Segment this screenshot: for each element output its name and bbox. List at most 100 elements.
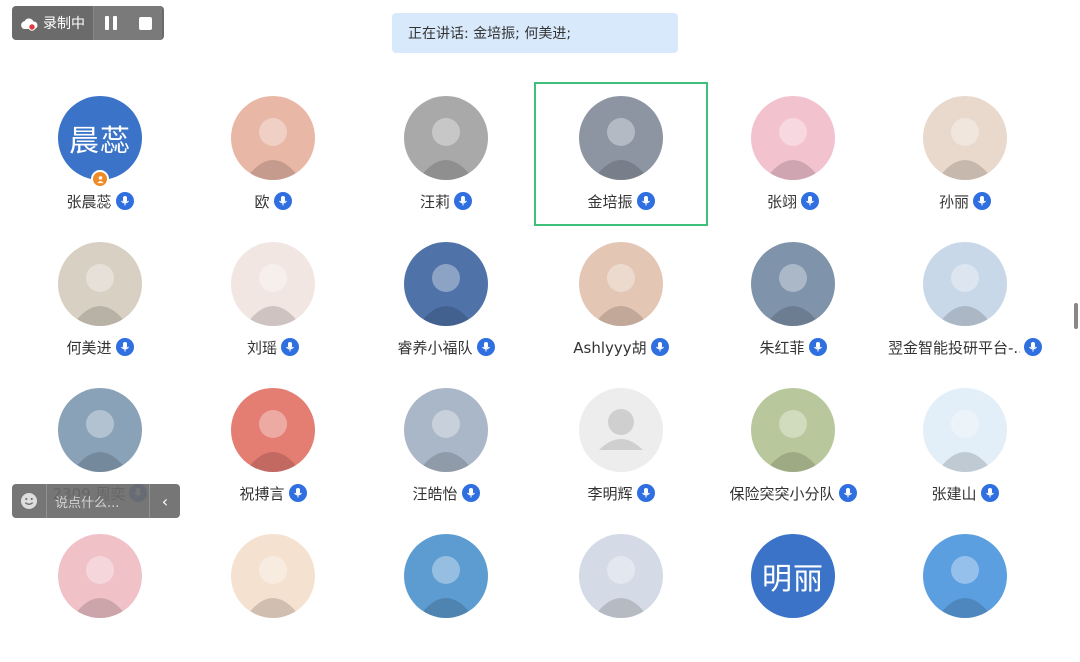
participant-name-row: 张建山 [880,482,1050,504]
avatar [579,534,663,618]
avatar [751,388,835,472]
microphone-icon [636,192,655,210]
avatar [923,534,1007,618]
avatar [231,534,315,618]
avatar [58,534,142,618]
participant-tile[interactable] [536,522,706,662]
participant-name: 金培振 [587,192,633,211]
emoji-icon [21,493,37,509]
participant-name-row: 汪莉 [361,190,531,212]
avatar-photo [418,410,474,472]
participant-tile[interactable]: 孙丽 [880,84,1050,224]
stop-recording-button[interactable] [128,6,162,40]
participant-name-row: 李明辉 [536,482,706,504]
participant-name-row: 祝搏言 [188,482,358,504]
chevron-left-icon[interactable]: ‹ [149,484,180,518]
participant-tile[interactable]: Ashlyyy胡 [536,230,706,370]
avatar-photo [72,410,128,472]
participant-tile[interactable]: 张建山 [880,376,1050,516]
avatar-photo [937,410,993,472]
microphone-icon [636,484,655,502]
avatar-photo [937,264,993,326]
participant-tile[interactable]: 明丽 [708,522,878,662]
microphone-icon [1024,338,1042,356]
participant-name: 保险突突小分队 [729,484,835,503]
participant-tile[interactable] [15,522,185,662]
avatar [58,388,142,472]
participant-name-row: 孙丽 [880,190,1050,212]
participant-name: 张晨蕊 [66,192,112,211]
avatar-photo [418,118,474,180]
participant-tile[interactable]: 张翊 [708,84,878,224]
microphone-icon [973,192,991,210]
participant-name: 李明辉 [587,484,633,503]
avatar [231,96,315,180]
participant-tile[interactable]: 汪皓怡 [361,376,531,516]
avatar-photo [937,556,993,618]
avatar [579,96,663,180]
participant-tile[interactable]: 欧 [188,84,358,224]
microphone-icon [980,484,999,502]
participant-name: 欧 [254,192,270,211]
pause-recording-button[interactable] [93,6,128,40]
participant-tile[interactable]: 何美进 [15,230,185,370]
recording-status: 录制中 [12,6,93,40]
avatar-photo [72,556,128,618]
participant-name-row: 何美进 [15,336,185,358]
participant-name: 刘瑶 [246,338,277,357]
microphone-icon [801,192,819,210]
microphone-icon [281,338,299,356]
chat-bar: 说点什么... ‹ [12,484,180,518]
avatar-photo [245,264,301,326]
participant-name-row: 刘瑶 [188,336,358,358]
avatar: 晨蕊 [58,96,142,180]
avatar-photo [765,118,821,180]
recording-bar: 录制中 [12,6,164,40]
participant-name: 祝搏言 [239,484,285,503]
microphone-icon [838,484,857,502]
avatar-text: 晨蕊 [69,124,131,159]
avatar-photo [245,556,301,618]
avatar [231,242,315,326]
microphone-icon [288,484,307,502]
cloud-record-icon [20,16,38,31]
participant-tile[interactable]: 翌金智能投研平台-... [880,230,1050,370]
participant-tile[interactable]: 刘瑶 [188,230,358,370]
speaking-banner: 正在讲话: 金培振; 何美进; [392,13,678,53]
participant-tile[interactable] [188,522,358,662]
avatar [404,534,488,618]
avatar-photo [72,264,128,326]
avatar-photo [418,556,474,618]
participant-tile[interactable]: 李明辉 [536,376,706,516]
avatar: 明丽 [751,534,835,618]
participant-name: 汪皓怡 [412,484,458,503]
emoji-button[interactable] [12,484,47,518]
participant-tile[interactable]: 保险突突小分队 [708,376,878,516]
avatar [579,388,663,472]
avatar [923,388,1007,472]
microphone-icon [115,192,134,210]
participant-name-row: 欧 [188,190,358,212]
microphone-icon [808,338,827,356]
default-user-icon [599,409,643,450]
microphone-icon [115,338,134,356]
participant-name-row: 金培振 [536,190,706,212]
avatar [751,96,835,180]
participant-tile[interactable]: 祝搏言 [188,376,358,516]
stop-icon [138,16,152,30]
participant-tile[interactable]: 汪莉 [361,84,531,224]
avatar-photo [593,264,649,326]
participant-tile[interactable]: 晨蕊 张晨蕊 [15,84,185,224]
participant-tile[interactable]: 睿养小福队 [361,230,531,370]
participant-tile[interactable]: 金培振 [534,82,708,226]
avatar [579,242,663,326]
participant-tile[interactable] [880,522,1050,662]
scrollbar-handle[interactable] [1074,303,1078,329]
avatar-text: 明丽 [762,562,824,597]
recording-label: 录制中 [43,16,85,32]
participant-name-row: 汪皓怡 [361,482,531,504]
chat-input[interactable]: 说点什么... [47,492,149,511]
participant-tile[interactable]: 朱红菲 [708,230,878,370]
participant-tile[interactable] [361,522,531,662]
participant-name: 张翊 [766,192,797,211]
